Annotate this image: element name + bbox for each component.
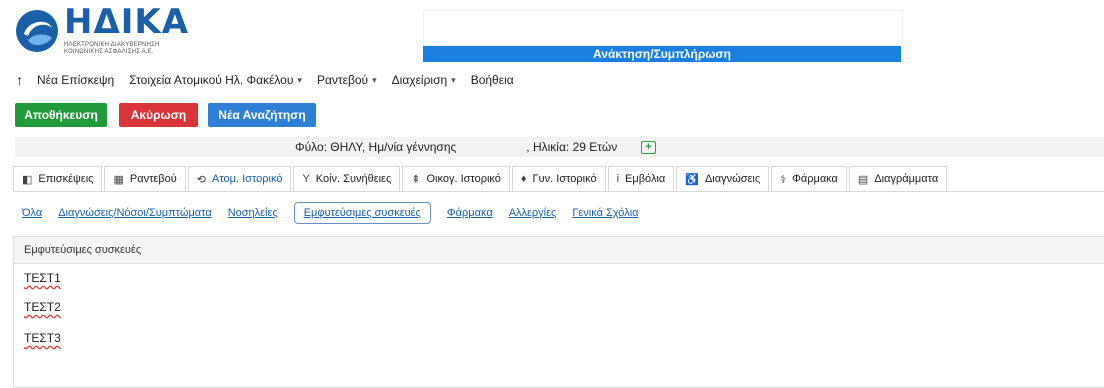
menu-personal-record[interactable]: Στοιχεία Ατομικού Ηλ. Φακέλου ▾ [129,73,302,87]
chevron-down-icon: ▾ [372,74,377,85]
wheelchair-icon: ♿ [685,173,699,186]
tab-label: Επισκέψεις [38,173,94,185]
tab-label: Κοίν. Συνήθειες [315,173,392,185]
tab-personal-history[interactable]: ⟲ Ατομ. Ιστορικό [187,166,292,191]
tab-appointments[interactable]: ▦ Ραντεβού [104,166,186,191]
tab-label: Γυν. Ιστορικό [532,173,597,185]
list-item[interactable]: ΤΕΣΤ2 [24,300,61,314]
patient-gender-dob: Φύλο: ΘΗΛΥ, Ημ/νία γέννησης [295,140,457,154]
menu-item-label: Βοήθεια [470,73,514,87]
tab-habits[interactable]: Y Κοίν. Συνήθειες [293,166,401,191]
tab-label: Εμβόλια [625,173,666,185]
subtab-implantable-devices[interactable]: Εμφυτεύσιμες συσκευές [293,202,431,224]
calendar-icon: ▦ [113,173,124,186]
menu-help[interactable]: Βοήθεια [471,73,514,87]
tab-medicines[interactable]: ⚕ Φάρμακα [771,166,847,191]
menu-appointments[interactable]: Ραντεβού ▾ [317,73,377,87]
menu-new-visit[interactable]: Νέα Επίσκεψη [37,73,114,87]
tab-diagnoses[interactable]: ♿ Διαγνώσεις [676,166,770,191]
logo-name: ΗΔΙΚΑ [64,2,190,42]
menu-management[interactable]: Διαχείριση ▾ [392,73,456,87]
logo-tagline-2: ΚΟΙΝΩΝΙΚΗΣ ΑΣΦΑΛΙΣΗΣ Α.Ε. [64,49,154,55]
panel-header: Εμφυτεύσιμες συσκευές [14,237,1104,264]
female-icon: ♦ [520,173,527,185]
family-icon: ⇞ [411,173,421,186]
logo-swirl-icon [16,10,58,52]
chart-icon: ▤ [857,173,869,186]
save-button[interactable]: Αποθήκευση [15,103,107,127]
main-menu: ↑ Νέα Επίσκεψη Στοιχεία Ατομικού Ηλ. Φακ… [16,70,529,90]
logo-tagline-1: ΗΛΕΚΤΡΟΝΙΚΗ ΔΙΑΚΥΒΕΡΝΗΣΗ [64,42,160,48]
tab-family-history[interactable]: ⇞ Οικογ. Ιστορικό [402,166,510,191]
subtab-general-comments[interactable]: Γενικά Σχόλια [572,207,638,219]
subtab-allergies[interactable]: Αλλεργίες [509,207,557,219]
medicine-icon: ⚕ [780,173,787,186]
cancel-button[interactable]: Ακύρωση [119,103,198,127]
glass-icon: Y [302,173,310,185]
subtab-medicines[interactable]: Φάρμακα [447,207,493,219]
new-search-button[interactable]: Νέα Αναζήτηση [208,103,316,127]
subtab-hospitalizations[interactable]: Νοσηλείες [228,207,278,219]
page-title: Ανάκτηση/Συμπλήρωση [423,46,901,62]
tab-label: Ατομ. Ιστορικό [212,173,283,185]
add-icon[interactable]: + [641,141,656,154]
chevron-down-icon: ▾ [297,74,302,85]
info-icon: i [616,173,620,185]
history-icon: ⟲ [196,173,206,186]
history-subtabs: Όλα Διαγνώσεις/Νόσοι/Συμπτώματα Νοσηλείε… [22,200,655,226]
tab-label: Ραντεβού [129,173,177,185]
tab-label: Οικογ. Ιστορικό [426,173,501,185]
subtab-all[interactable]: Όλα [22,207,42,219]
menu-item-label: Στοιχεία Ατομικού Ηλ. Φακέλου [129,73,294,87]
tab-gyn-history[interactable]: ♦ Γυν. Ιστορικό [511,166,606,191]
subtab-diagnoses[interactable]: Διαγνώσεις/Νόσοι/Συμπτώματα [58,207,211,219]
record-tabs: ◧ Επισκέψεις ▦ Ραντεβού ⟲ Ατομ. Ιστορικό YΚ… [13,166,949,192]
chevron-down-icon: ▾ [451,74,456,85]
panel-title: Εμφυτεύσιμες συσκευές [24,244,142,256]
list-item[interactable]: ΤΕΣΤ3 [24,331,61,345]
tab-label: Διαγνώσεις [704,173,761,185]
tabs-divider [13,191,1104,192]
menu-item-label: Ραντεβού [316,73,369,87]
tab-label: Φάρμακα [792,173,838,185]
header-blank-box [423,10,903,46]
list-item[interactable]: ΤΕΣΤ1 [24,271,61,285]
patient-age: , Ηλικία: 29 Ετών [526,140,618,154]
tab-vaccines[interactable]: i Εμβόλια [607,166,675,191]
logo: ΗΔΙΚΑ ΗΛΕΚΤΡΟΝΙΚΗ ΔΙΑΚΥΒΕΡΝΗΣΗ ΚΟΙΝΩΝΙΚΗ… [14,2,204,58]
tab-charts[interactable]: ▤ Διαγράμματα [848,166,948,191]
menu-item-label: Νέα Επίσκεψη [37,73,115,87]
tab-label: Διαγράμματα [874,173,939,185]
arrow-up-icon[interactable]: ↑ [16,72,23,88]
tab-visits[interactable]: ◧ Επισκέψεις [13,166,103,191]
patient-info: Φύλο: ΘΗΛΥ, Ημ/νία γέννησης , Ηλικία: 29 … [295,140,617,154]
visits-icon: ◧ [22,173,33,186]
devices-panel: Εμφυτεύσιμες συσκευές ΤΕΣΤ1 ΤΕΣΤ2 ΤΕΣΤ3 [13,236,1104,388]
menu-item-label: Διαχείριση [391,73,448,87]
